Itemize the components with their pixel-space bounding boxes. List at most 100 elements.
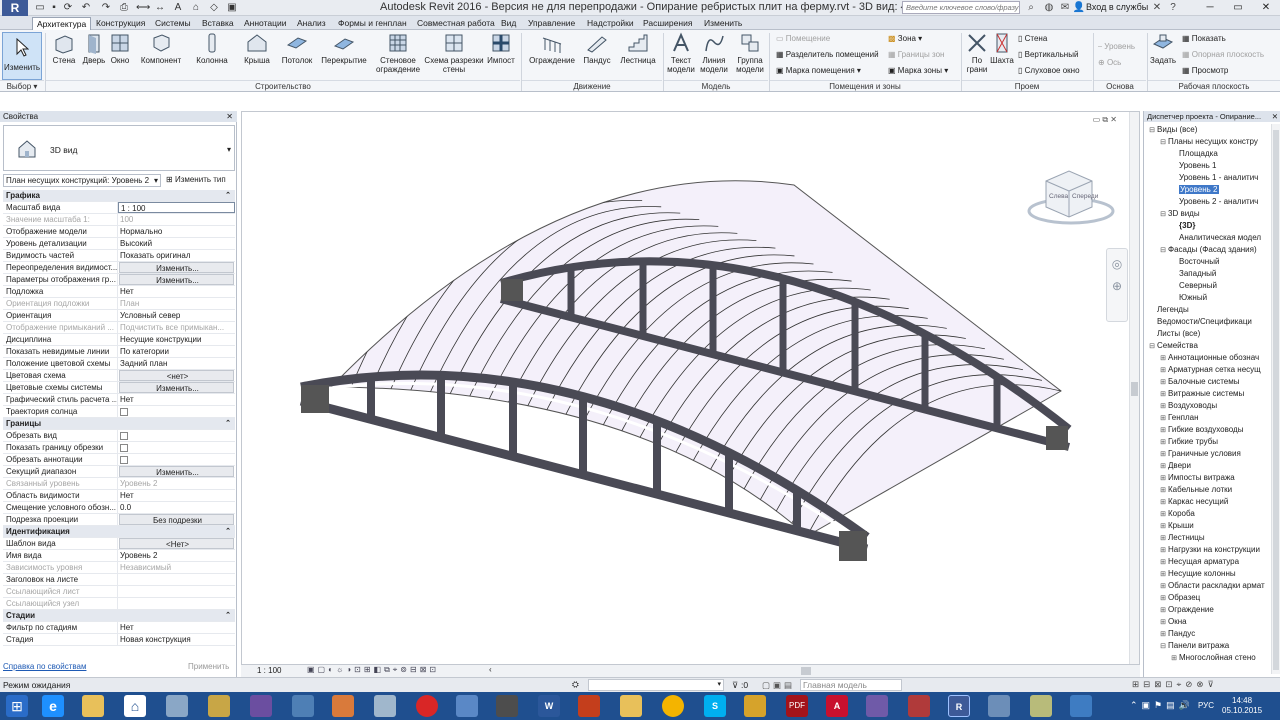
property-value[interactable]: По категории	[118, 346, 235, 357]
signin-menu[interactable]: Вход в службы	[1086, 2, 1148, 12]
window-button[interactable]: Окно	[108, 32, 132, 80]
redo-icon[interactable]: ↷	[100, 2, 112, 14]
app-icon[interactable]	[1030, 695, 1052, 717]
property-checkbox-cell[interactable]	[118, 442, 235, 453]
property-value[interactable]: Несущие конструкции	[118, 334, 235, 345]
browser-node[interactable]: Площадка	[1144, 148, 1270, 160]
property-group-header[interactable]: Идентификация ⌃	[3, 526, 235, 538]
railing-button[interactable]: Ограждение	[526, 32, 578, 80]
design-options-icons[interactable]: ▢▣▤	[762, 680, 795, 691]
minimize-button[interactable]: ─	[1196, 0, 1224, 16]
property-group-header[interactable]: Стадии ⌃	[3, 610, 235, 622]
undo-icon[interactable]: ↶	[80, 2, 92, 14]
workset-icon[interactable]: ⛭	[572, 679, 579, 690]
horizontal-scrollbar-thumb[interactable]	[801, 667, 811, 675]
app-icon[interactable]	[292, 695, 314, 717]
explorer-icon[interactable]	[82, 695, 104, 717]
property-checkbox-cell[interactable]	[118, 430, 235, 441]
apply-button[interactable]: Применить	[188, 662, 229, 671]
shaft-button[interactable]: Шахта	[990, 32, 1014, 80]
property-value[interactable]	[118, 574, 235, 585]
property-value[interactable]: Уровень 2	[118, 550, 235, 561]
property-value[interactable]: 0.0	[118, 502, 235, 513]
exchange-icon[interactable]: ✕	[1150, 1, 1164, 15]
expand-toggle-icon[interactable]: ⊟	[1147, 341, 1157, 353]
tab-annotate[interactable]: Аннотации	[240, 17, 291, 30]
browser-node[interactable]: ⊟ Панели витража	[1144, 640, 1270, 652]
property-value[interactable]: Нет	[118, 394, 235, 405]
search-input[interactable]: Введите ключевое слово/фразу	[902, 1, 1020, 14]
browser-node[interactable]: ⊞ Несущая арматура	[1144, 556, 1270, 568]
browser-node[interactable]: ⊞ Граничные условия	[1144, 448, 1270, 460]
app-icon[interactable]	[332, 695, 354, 717]
browser-node[interactable]: Восточный	[1144, 256, 1270, 268]
collapse-icon[interactable]: ⌃	[225, 190, 235, 201]
ref-plane-button[interactable]: ▦ Опорная плоскость	[1182, 49, 1264, 60]
browser-node[interactable]: Северный	[1144, 280, 1270, 292]
checkbox[interactable]	[120, 432, 128, 440]
browser-node[interactable]: ⊞ Короба	[1144, 508, 1270, 520]
expand-toggle-icon[interactable]: ⊞	[1169, 653, 1179, 665]
property-value[interactable]: Показать оригинал	[118, 250, 235, 261]
tab-systems[interactable]: Системы	[151, 17, 195, 30]
property-value[interactable]: Условный север	[118, 310, 235, 321]
browser-node[interactable]: ⊞ Крыши	[1144, 520, 1270, 532]
edit-type-button[interactable]: ⊞ Изменить тип	[166, 174, 234, 187]
measure-icon[interactable]: ⟷	[136, 2, 150, 14]
mullion-button[interactable]: Импост	[486, 32, 516, 80]
opera-icon[interactable]	[416, 695, 438, 717]
word-icon[interactable]: W	[538, 695, 560, 717]
close-icon[interactable]: ✕	[1271, 111, 1278, 122]
property-button[interactable]: Без подрезки	[119, 514, 234, 525]
maximize-button[interactable]: ▭	[1224, 0, 1252, 16]
close-icon[interactable]: ✕	[226, 111, 233, 122]
tab-extensions[interactable]: Расширения	[639, 17, 696, 30]
app-icon[interactable]	[988, 695, 1010, 717]
model-group-button[interactable]: Группа модели	[734, 32, 766, 80]
browser-node[interactable]: ⊞ Гибкие трубы	[1144, 436, 1270, 448]
wall-button[interactable]: Стена	[52, 32, 76, 80]
browser-node[interactable]: ⊞ Нагрузки на конструкции	[1144, 544, 1270, 556]
clock[interactable]: 14:48 05.10.2015	[1222, 696, 1262, 716]
start-icon[interactable]: ⊞	[6, 695, 28, 717]
property-value[interactable]: Нормально	[118, 226, 235, 237]
browser-node[interactable]: ⊞ Лестницы	[1144, 532, 1270, 544]
user-icon[interactable]: 👤	[1072, 1, 1086, 15]
view-scale[interactable]: 1 : 100	[257, 666, 281, 675]
vs-icon[interactable]	[250, 695, 272, 717]
tab-view[interactable]: Вид	[497, 17, 520, 30]
curtain-grid-button[interactable]: Схема разрезки стены	[424, 32, 484, 80]
collapse-icon[interactable]: ⌃	[225, 610, 235, 621]
help-icon[interactable]: ?	[1166, 1, 1180, 15]
property-button[interactable]: <Нет>	[119, 538, 234, 549]
property-value[interactable]: Новая конструкция	[118, 634, 235, 645]
property-button[interactable]: Изменить...	[119, 466, 234, 477]
grid-button[interactable]: ⊕ Ось	[1098, 57, 1121, 68]
property-group-header[interactable]: Границы ⌃	[3, 418, 235, 430]
browser-node[interactable]: ⊞ Многослойная стено	[1144, 652, 1270, 664]
viewcube-front[interactable]: Спереди	[1072, 193, 1098, 200]
browser-node[interactable]: ⊞ Несущие колонны	[1144, 568, 1270, 580]
scroll-left-icon[interactable]: ‹	[489, 665, 492, 674]
ie-icon[interactable]: e	[42, 695, 64, 717]
instance-filter-dropdown[interactable]: План несущих конструкций: Уровень 2 ▾	[3, 174, 161, 187]
tab-modify[interactable]: Изменить	[700, 17, 746, 30]
browser-node[interactable]: Листы (все)	[1144, 328, 1270, 340]
checkbox[interactable]	[120, 408, 128, 416]
property-value[interactable]: Нет	[118, 286, 235, 297]
open-icon[interactable]: ▭	[34, 2, 46, 14]
door-button[interactable]: Дверь	[82, 32, 106, 80]
vertical-opening-button[interactable]: ▯ Вертикальный	[1018, 49, 1078, 60]
selection-filter-icons[interactable]: ⊞⊟⊠⊡⌖⊘⊗⊽	[1132, 679, 1218, 690]
browser-node[interactable]: ⊞ Гибкие воздуховоды	[1144, 424, 1270, 436]
app-icon[interactable]	[496, 695, 518, 717]
filter-icon[interactable]: ⊽	[732, 680, 738, 691]
app-icon[interactable]	[866, 695, 888, 717]
app-icon[interactable]	[166, 695, 188, 717]
browser-node[interactable]: ⊞ Каркас несущий	[1144, 496, 1270, 508]
browser-node[interactable]: ⊞ Арматурная сетка несущ	[1144, 364, 1270, 376]
browser-node[interactable]: ⊞ Окна	[1144, 616, 1270, 628]
tab-structure[interactable]: Конструкция	[92, 17, 149, 30]
app-icon[interactable]	[1070, 695, 1092, 717]
expand-toggle-icon[interactable]: ⊟	[1158, 209, 1168, 221]
